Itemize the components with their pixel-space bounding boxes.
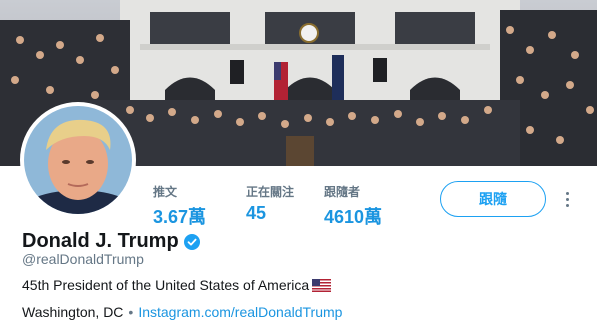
more-options-icon[interactable] — [560, 188, 574, 210]
stat-followers-label: 跟隨者 — [324, 185, 361, 199]
meta-separator: • — [128, 304, 134, 320]
stat-following[interactable]: 正在關注 45 — [246, 183, 294, 224]
us-flag-icon — [312, 278, 332, 292]
profile-handle[interactable]: @realDonaldTrump — [22, 251, 144, 267]
profile-location: Washington, DC — [22, 304, 124, 320]
stat-following-label: 正在關注 — [246, 185, 295, 199]
profile-bio: 45th President of the United States of A… — [22, 277, 332, 293]
profile-name-row: Donald J. Trump — [22, 230, 200, 253]
stat-following-value: 45 — [246, 203, 267, 223]
avatar[interactable] — [20, 102, 136, 218]
profile-bio-text: 45th President of the United States of A… — [22, 277, 310, 293]
stat-followers-value: 4610萬 — [324, 207, 383, 227]
profile-website-link[interactable]: Instagram.com/realDonaldTrump — [138, 304, 342, 320]
stat-tweets[interactable]: 推文 3.67萬 — [153, 183, 206, 229]
profile-meta: Washington, DC • Instagram.com/realDonaldT… — [22, 304, 342, 320]
verified-badge-icon — [183, 233, 200, 250]
profile-name: Donald J. Trump — [22, 230, 179, 252]
stat-followers[interactable]: 跟隨者 4610萬 — [324, 183, 382, 229]
follow-button[interactable]: 跟隨 — [440, 181, 546, 217]
stat-tweets-label: 推文 — [153, 185, 178, 199]
stat-tweets-value: 3.67萬 — [153, 207, 207, 227]
avatar-image — [24, 106, 132, 214]
